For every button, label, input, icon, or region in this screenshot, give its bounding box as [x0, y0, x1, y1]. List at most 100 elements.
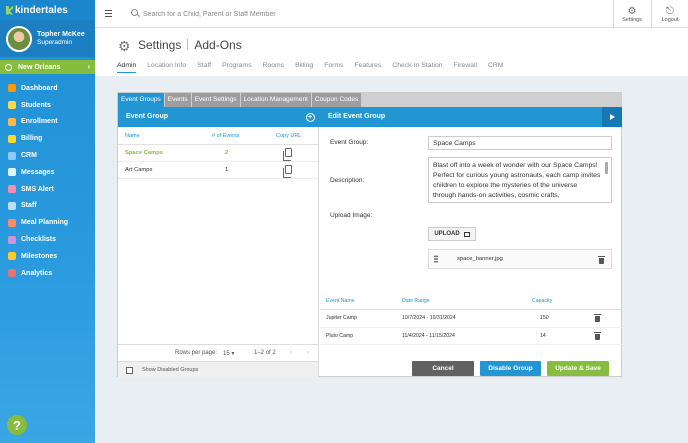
- addons-panel: Event Groups Events Event Settings Location…: [117, 92, 622, 378]
- location-selector[interactable]: New Orleans ›: [0, 60, 95, 74]
- sidebar-item-label: Milestones: [21, 252, 58, 260]
- event-name: Jupiter Camp: [326, 315, 357, 321]
- logout-icon: ⎋: [666, 5, 674, 17]
- subtab-event-settings[interactable]: Event Settings: [191, 93, 240, 107]
- rows-per-page-select[interactable]: 15 ▾: [223, 350, 234, 357]
- group-name[interactable]: Art Camps: [125, 167, 152, 173]
- sidebar-item-enrollment[interactable]: Enrollment: [0, 114, 95, 131]
- help-button[interactable]: ?: [7, 415, 27, 435]
- rows-per-page-label: Rows per page:: [175, 350, 218, 356]
- sidebar-item-analytics[interactable]: Analytics: [0, 265, 95, 282]
- col-capacity[interactable]: Capacity: [532, 298, 552, 304]
- add-group-button[interactable]: +: [300, 107, 320, 127]
- brand-logo[interactable]: kindertales: [0, 0, 95, 20]
- upload-button[interactable]: UPLOAD: [428, 227, 476, 241]
- settings-tabs: Admin Location Info Staff Programs Rooms Bill…: [117, 62, 514, 73]
- page-title: Settings Add-Ons: [138, 38, 242, 52]
- tab-features[interactable]: Features: [354, 62, 381, 73]
- next-page-icon[interactable]: ›: [307, 350, 309, 356]
- checklists-icon: [8, 235, 16, 244]
- sidebar-item-label: SMS Alert: [21, 185, 54, 193]
- pagination: Rows per page: 15 ▾ 1–2 of 2 ‹ ›: [118, 344, 318, 361]
- drag-handle-icon[interactable]: [434, 255, 438, 263]
- sidebar-item-label: Checklists: [21, 236, 57, 244]
- show-disabled-label: Show Disabled Groups: [142, 367, 199, 373]
- subtab-event-groups[interactable]: Event Groups: [118, 93, 164, 107]
- copy-url-icon[interactable]: [283, 148, 292, 161]
- trash-icon[interactable]: [594, 314, 601, 322]
- rows-per-page-value: 15: [223, 351, 230, 357]
- trash-icon[interactable]: [598, 256, 605, 264]
- sidebar-item-checklists[interactable]: Checklists: [0, 231, 95, 248]
- table-row[interactable]: Space Camps 2: [118, 145, 318, 162]
- tab-forms[interactable]: Forms: [324, 62, 343, 73]
- event-group-label: Event Group:: [330, 139, 369, 146]
- chevron-right-icon: ›: [87, 63, 90, 71]
- show-disabled-checkbox[interactable]: [126, 367, 133, 374]
- sidebar-item-meal-planning[interactable]: Meal Planning: [0, 214, 95, 231]
- copy-url-icon[interactable]: [283, 165, 292, 178]
- tab-programs[interactable]: Programs: [222, 62, 251, 73]
- tab-rooms[interactable]: Rooms: [263, 62, 285, 73]
- sidebar-item-sms-alert[interactable]: SMS Alert: [0, 181, 95, 198]
- sidebar-item-messages[interactable]: Messages: [0, 164, 95, 181]
- event-group-list: Event Group Name # of Events Copy URL Sp…: [118, 107, 319, 378]
- sidebar-item-label: Staff: [21, 202, 37, 210]
- sidebar-item-staff[interactable]: Staff: [0, 198, 95, 215]
- table-row[interactable]: Pluto Camp 11/4/2024 - 11/15/2024 14: [320, 328, 622, 345]
- subtab-location-management[interactable]: Location Management: [240, 93, 311, 107]
- trash-icon[interactable]: [594, 331, 601, 340]
- gear-icon: ⚙: [627, 5, 637, 17]
- tab-admin[interactable]: Admin: [117, 62, 137, 73]
- tab-crm[interactable]: CRM: [488, 62, 503, 73]
- tab-billing[interactable]: Billing: [295, 62, 313, 73]
- sidebar-item-dashboard[interactable]: Dashboard: [0, 80, 95, 97]
- sidebar-item-billing[interactable]: Billing: [0, 130, 95, 147]
- description-textarea[interactable]: Blast off into a week of wonder with our…: [428, 157, 612, 203]
- upload-button-label: UPLOAD: [434, 231, 460, 237]
- enrollment-icon: [8, 117, 16, 126]
- description-scrollbar[interactable]: [605, 162, 608, 174]
- cancel-button[interactable]: Cancel: [412, 361, 474, 376]
- user-profile[interactable]: Topher McKee Superadmin: [0, 20, 95, 57]
- col-name[interactable]: Name: [125, 133, 140, 139]
- col-copy-url: Copy URL: [276, 133, 302, 139]
- location-pin-icon: [5, 63, 12, 71]
- sidebar-item-label: Dashboard: [21, 84, 58, 92]
- prev-page-icon[interactable]: ‹: [290, 350, 292, 356]
- location-name: New Orleans: [18, 63, 61, 71]
- collapse-arrow-button[interactable]: [602, 107, 622, 127]
- meal-planning-icon: [8, 218, 16, 227]
- disable-group-button[interactable]: Disable Group: [480, 361, 541, 376]
- tab-staff[interactable]: Staff: [197, 62, 211, 73]
- subtab-coupon-codes[interactable]: Coupon Codes: [311, 93, 362, 107]
- milestones-icon: [8, 252, 16, 261]
- description-text: Blast off into a week of wonder with our…: [433, 162, 601, 199]
- question-icon: ?: [13, 417, 21, 433]
- tab-firewall[interactable]: Firewall: [454, 62, 477, 73]
- group-event-count: 1: [225, 167, 229, 173]
- event-date-range: 10/7/2024 - 10/31/2024: [402, 315, 456, 321]
- tab-location-info[interactable]: Location Info: [147, 62, 186, 73]
- hamburger-menu-icon[interactable]: [105, 10, 112, 17]
- sidebar-item-milestones[interactable]: Milestones: [0, 248, 95, 265]
- table-row[interactable]: Jupiter Camp 10/7/2024 - 10/31/2024 150: [320, 310, 622, 328]
- logout-button[interactable]: ⎋ Logout: [651, 0, 688, 28]
- user-name: Topher McKee: [37, 31, 85, 38]
- col-events[interactable]: # of Events: [212, 133, 240, 139]
- search-input[interactable]: [143, 7, 443, 21]
- sidebar-item-label: Students: [21, 101, 51, 109]
- subtab-events[interactable]: Events: [164, 93, 191, 107]
- sms-alert-icon: [8, 185, 16, 194]
- settings-button[interactable]: ⚙ Settings: [613, 0, 650, 28]
- col-date-range[interactable]: Date Range: [402, 298, 430, 304]
- sidebar-item-students[interactable]: Students: [0, 97, 95, 114]
- sidebar-item-crm[interactable]: CRM: [0, 147, 95, 164]
- group-name[interactable]: Space Camps: [125, 150, 163, 156]
- col-event-name[interactable]: Event Name: [326, 298, 355, 304]
- table-row[interactable]: Art Camps 1: [118, 162, 318, 179]
- students-icon: [8, 101, 16, 110]
- event-group-input[interactable]: Space Camps: [428, 136, 612, 150]
- tab-check-in-station[interactable]: Check-In Station: [392, 62, 442, 73]
- update-save-button[interactable]: Update & Save: [547, 361, 609, 376]
